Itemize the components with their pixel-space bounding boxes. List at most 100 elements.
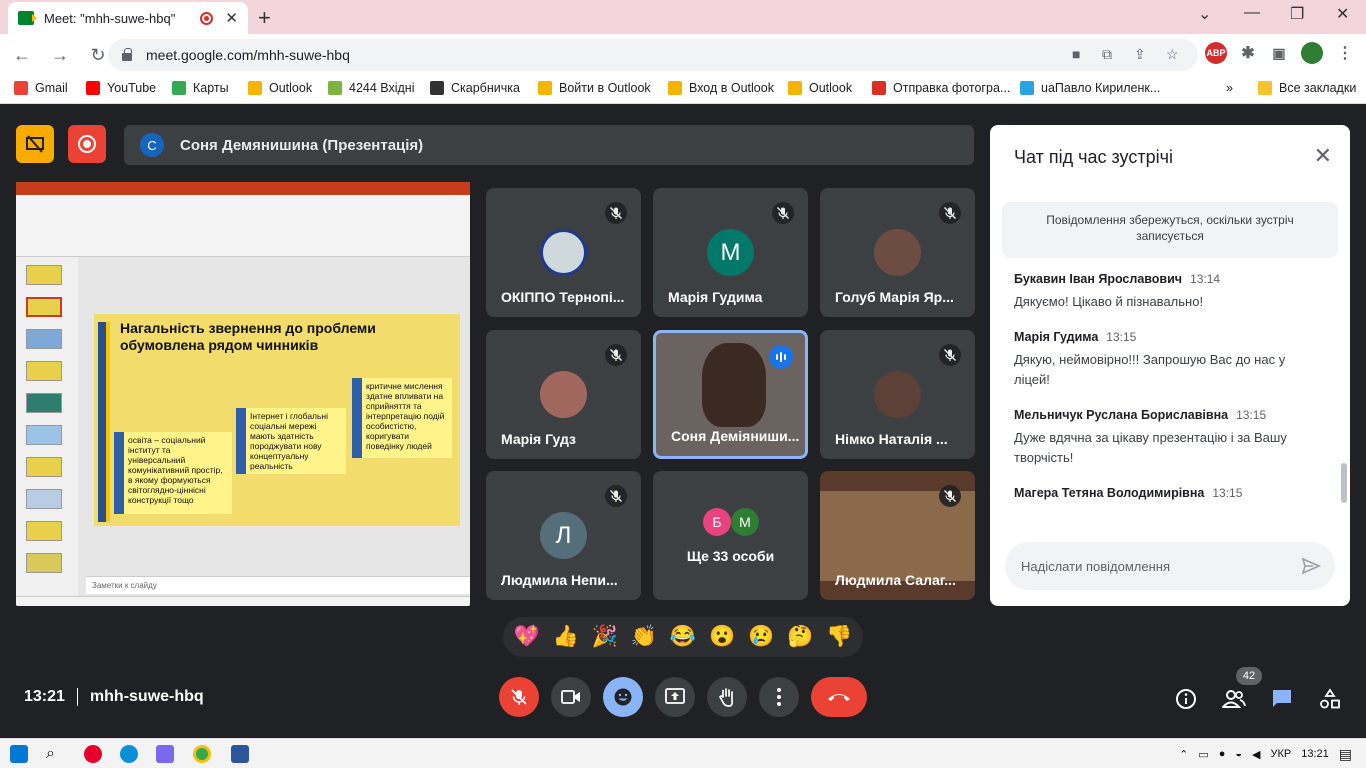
reaction-emoji-button[interactable]: 🤔 (787, 625, 813, 649)
bookmark-star-icon[interactable]: ☆ (1166, 46, 1179, 63)
bookmark-item[interactable]: YouTube (86, 81, 156, 95)
browser-tab[interactable]: Meet: "mhh-suwe-hbq" ✕ (8, 2, 248, 34)
tray-chevron-icon[interactable]: ⌃ (1179, 748, 1188, 761)
participant-tile[interactable]: Людмила Салаг... (820, 471, 975, 600)
bookmark-favicon-icon (86, 81, 100, 95)
leave-call-button[interactable] (811, 677, 867, 717)
menu-icon[interactable]: ⋮ (1334, 42, 1356, 64)
bookmark-item[interactable]: Outlook (248, 81, 312, 95)
participant-tile[interactable]: Німко Наталія ... (820, 330, 975, 459)
bookmark-item[interactable]: 4244 Вхідні (328, 81, 414, 95)
presentation-bar[interactable]: C Соня Демянишина (Презентація) (124, 125, 974, 165)
slide-box-2: Інтернет і глобальні соціальні мережі ма… (236, 408, 346, 474)
powerpoint-ribbon (16, 195, 470, 257)
participant-tile[interactable]: ОКІППО Тернопі... (486, 188, 641, 317)
reaction-emoji-button[interactable]: 😢 (748, 625, 774, 649)
battery-icon[interactable]: ▭ (1198, 748, 1208, 761)
address-bar[interactable]: meet.google.com/mhh-suwe-hbq ■ ⧉ ⇪ ☆ (108, 39, 1198, 71)
more-bookmarks-icon[interactable]: » (1226, 81, 1233, 95)
bookmark-favicon-icon (430, 81, 444, 95)
all-bookmarks-button[interactable]: Все закладки (1258, 81, 1356, 95)
participant-tile[interactable]: Соня Деміяниши... (653, 330, 808, 459)
participant-tile[interactable]: Б M Ще 33 особи (653, 471, 808, 600)
tab-close-icon[interactable]: ✕ (225, 9, 238, 27)
slide-thumbnail (26, 553, 62, 573)
search-icon[interactable]: ⌕ (46, 745, 64, 763)
slide-box-3: критичне мислення здатне впливати на спр… (352, 378, 452, 458)
reaction-emoji-button[interactable]: 😂 (670, 625, 696, 649)
bookmark-favicon-icon (538, 81, 552, 95)
taskbar-clock[interactable]: 13:21 (1301, 748, 1329, 760)
camera-toggle-button[interactable] (551, 677, 591, 717)
more-options-button[interactable] (759, 677, 799, 717)
reaction-emoji-button[interactable]: 💖 (513, 625, 539, 649)
screen-share-off-icon[interactable] (16, 125, 54, 163)
bookmark-item[interactable]: Отправка фотогра... (872, 81, 1010, 95)
back-button[interactable]: ← (6, 39, 38, 71)
keyboard-language[interactable]: УКР (1271, 748, 1292, 760)
forward-button[interactable]: → (44, 39, 76, 71)
participant-tile[interactable]: Голуб Марія Яр... (820, 188, 975, 317)
send-icon[interactable] (1301, 556, 1321, 576)
people-icon[interactable] (1222, 687, 1246, 711)
reaction-emoji-button[interactable]: 👎 (826, 625, 852, 649)
windows-start-icon[interactable] (10, 745, 28, 763)
chat-icon[interactable] (1270, 687, 1294, 711)
tab-search-icon[interactable]: ⌄ (1198, 4, 1211, 24)
opera-icon[interactable] (84, 745, 102, 763)
window-close-button[interactable]: ✕ (1336, 4, 1349, 24)
activities-icon[interactable] (1318, 687, 1342, 711)
participant-avatar: Б (703, 508, 731, 536)
word-icon[interactable] (231, 745, 249, 763)
minimize-button[interactable]: — (1244, 4, 1260, 22)
bookmark-favicon-icon (14, 81, 28, 95)
mic-off-icon (511, 689, 527, 705)
participant-tile[interactable]: M Марія Гудима (653, 188, 808, 317)
chat-close-icon[interactable]: ✕ (1314, 143, 1332, 169)
bookmark-item[interactable]: Войти в Outlook (538, 81, 651, 95)
chat-message: Мельничук Руслана Бориславівна 13:15 Дуже … (1014, 408, 1324, 468)
participant-tile[interactable]: Л Людмила Непи... (486, 471, 641, 600)
meeting-code: mhh-suwe-hbq (89, 688, 204, 705)
adblock-icon[interactable]: ABP (1205, 42, 1227, 64)
recording-icon[interactable] (68, 125, 106, 163)
emoji-reactions-button[interactable] (603, 677, 643, 717)
bookmark-item[interactable]: Карты (172, 81, 229, 95)
slide-thumbnail (26, 329, 62, 349)
meeting-details-icon[interactable] (1174, 687, 1198, 711)
chrome-icon[interactable] (193, 745, 211, 763)
mic-toggle-button[interactable] (499, 677, 539, 717)
reaction-emoji-button[interactable]: 😮 (709, 625, 735, 649)
profile-avatar[interactable] (1301, 42, 1323, 64)
slide-thumbnail (26, 393, 62, 413)
reaction-emoji-button[interactable]: 👍 (553, 625, 579, 649)
bookmark-item[interactable]: Вход в Outlook (668, 81, 774, 95)
chat-message: Букавин Іван Ярославович 13:14 Дякуємо! Ці… (1014, 272, 1324, 312)
app-icon[interactable] (156, 745, 174, 763)
microphone-tray-icon[interactable]: ● (1219, 748, 1226, 760)
slide-thumbnail (26, 425, 62, 445)
chat-message-input[interactable]: Надіслати повідомлення (1005, 542, 1335, 590)
reaction-emoji-button[interactable]: 🎉 (592, 625, 618, 649)
translate-icon[interactable]: ⧉ (1102, 46, 1112, 63)
camera-icon[interactable]: ■ (1072, 46, 1080, 62)
volume-icon[interactable]: ◀ (1252, 748, 1260, 761)
edge-icon[interactable] (120, 745, 138, 763)
present-screen-button[interactable] (655, 677, 695, 717)
extensions-icon[interactable]: ✱ (1237, 42, 1259, 64)
restore-button[interactable]: ❐ (1290, 4, 1304, 24)
bookmark-item[interactable]: uaПавло Кириленк... (1020, 81, 1160, 95)
network-icon[interactable]: ◒ (1235, 748, 1242, 760)
new-tab-button[interactable]: + (258, 5, 271, 31)
reaction-emoji-button[interactable]: 👏 (631, 625, 657, 649)
bookmark-item[interactable]: Outlook (788, 81, 852, 95)
meet-stage: C Соня Демянишина (Презентація) Нагальні… (0, 105, 1366, 738)
raise-hand-button[interactable] (707, 677, 747, 717)
bookmark-item[interactable]: Gmail (14, 81, 68, 95)
notifications-icon[interactable]: ▤ (1339, 746, 1352, 763)
participant-tile[interactable]: Марія Гудз (486, 330, 641, 459)
side-panel-icon[interactable]: ▣ (1268, 42, 1290, 64)
chat-scrollbar[interactable] (1341, 463, 1347, 503)
share-icon[interactable]: ⇪ (1134, 46, 1146, 63)
bookmark-item[interactable]: Скарбничка (430, 81, 520, 95)
